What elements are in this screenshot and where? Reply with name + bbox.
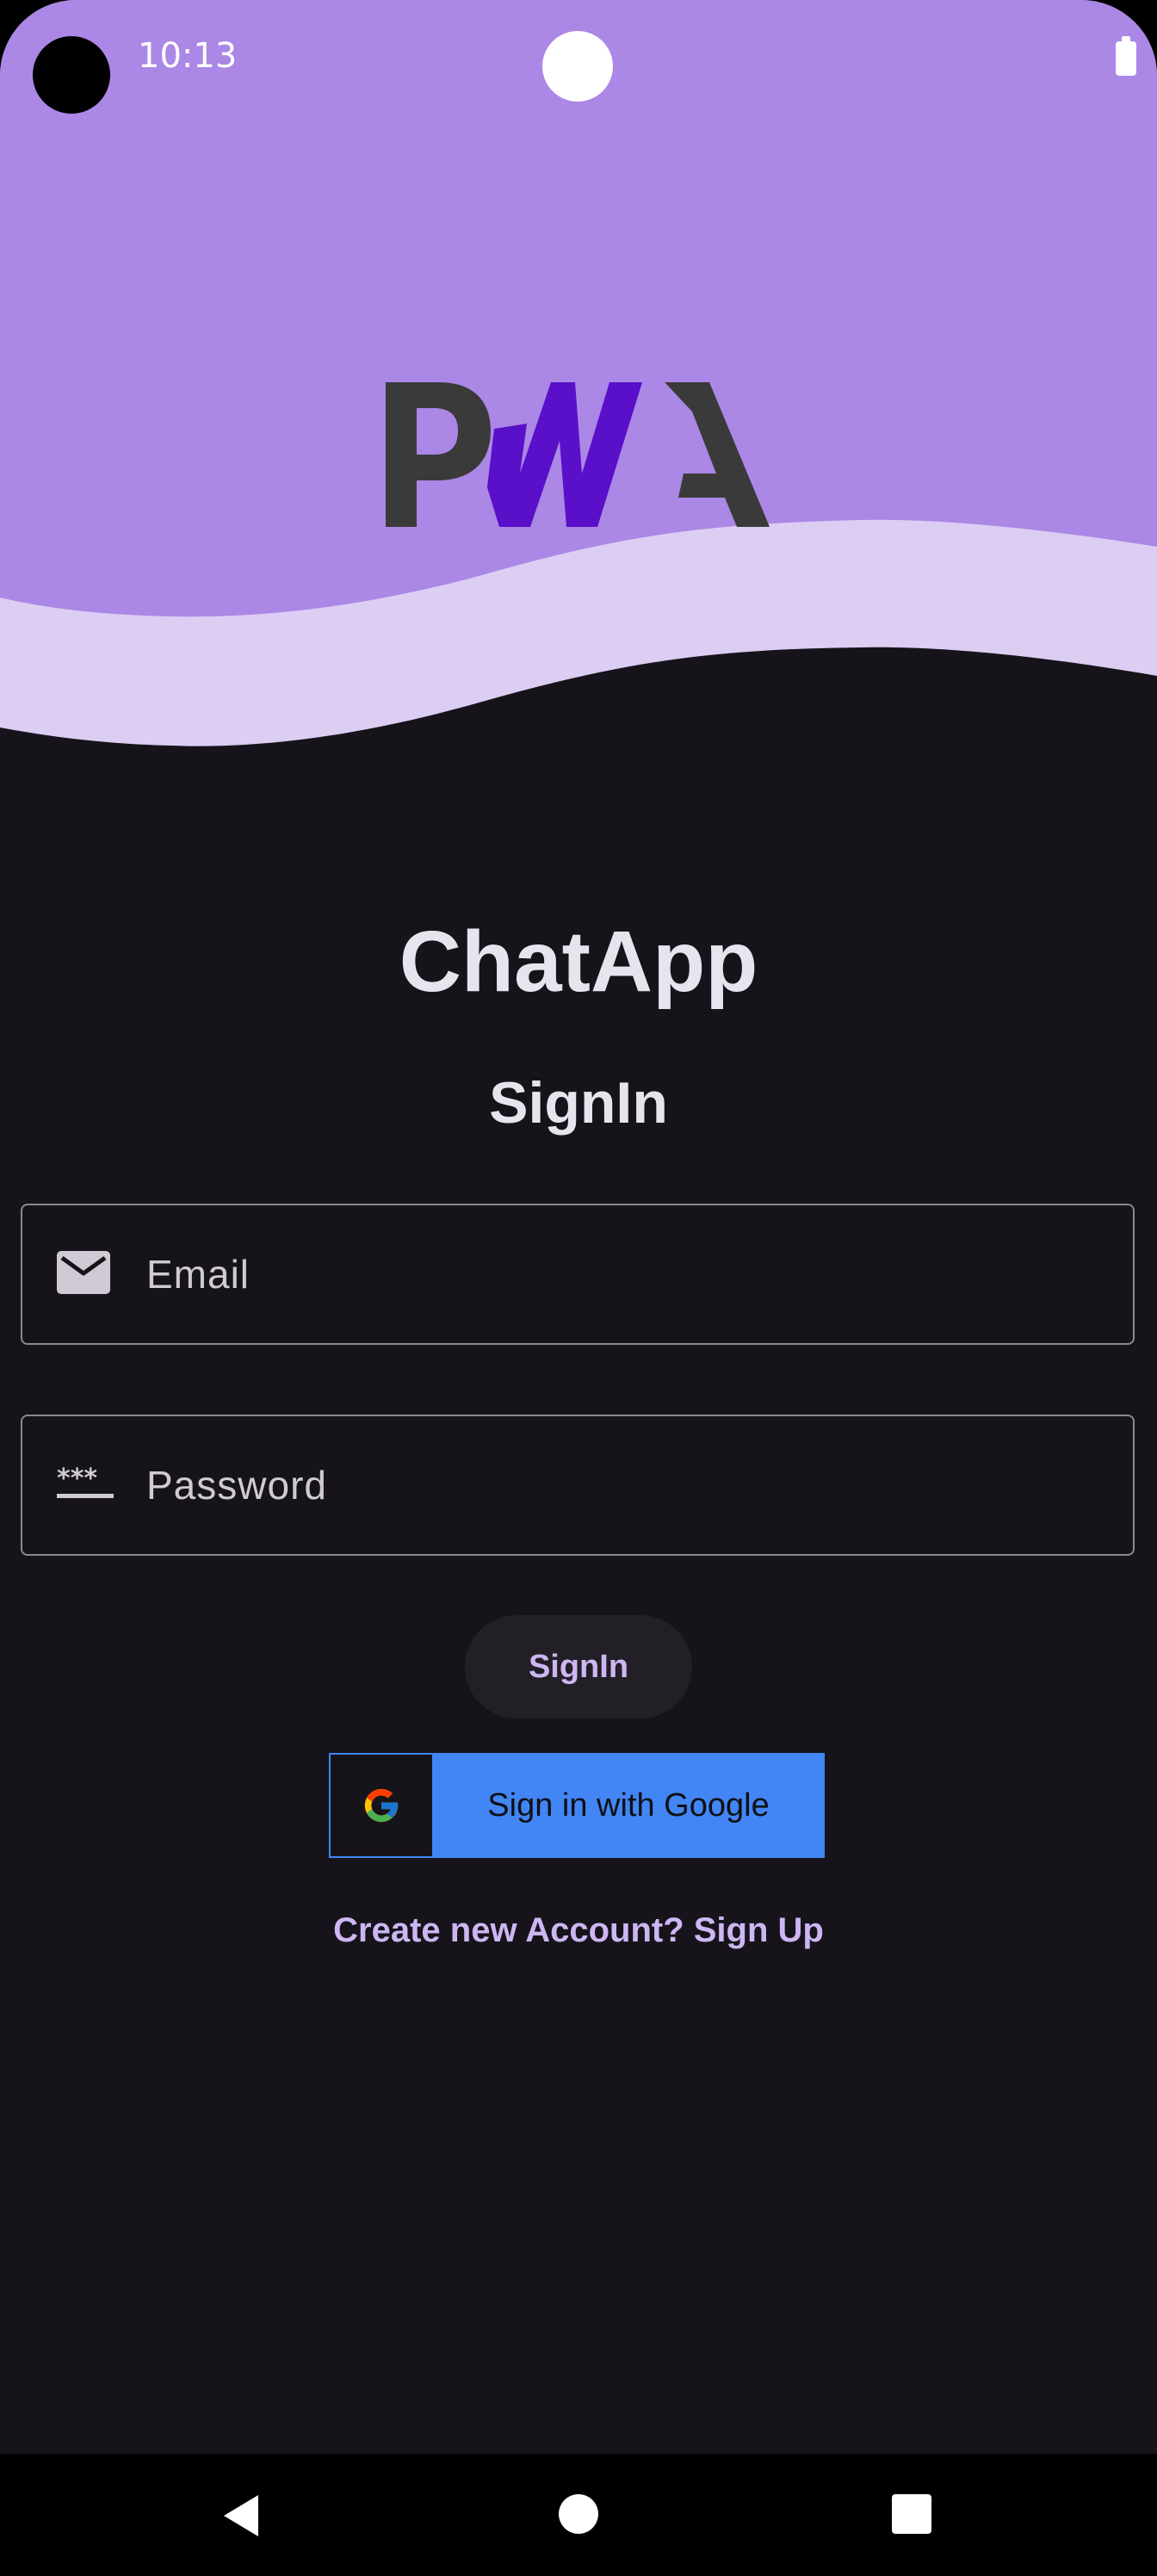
status-time: 10:13 bbox=[138, 36, 238, 76]
google-g-icon-box bbox=[331, 1755, 432, 1856]
back-icon[interactable] bbox=[222, 2493, 260, 2538]
signup-link[interactable]: Create new Account? Sign Up bbox=[0, 1911, 1157, 1950]
pwa-logo bbox=[386, 382, 770, 527]
password-field[interactable]: *** Password bbox=[21, 1415, 1135, 1556]
google-g-icon bbox=[364, 1788, 399, 1823]
password-dots-icon: *** bbox=[57, 1464, 114, 1504]
password-placeholder: Password bbox=[146, 1463, 327, 1508]
notification-dot bbox=[542, 31, 613, 102]
envelope-icon bbox=[57, 1251, 110, 1297]
app-title: ChatApp bbox=[399, 913, 758, 1010]
home-icon[interactable] bbox=[559, 2494, 598, 2534]
camera-cutout bbox=[33, 36, 110, 114]
signin-button[interactable]: SignIn bbox=[465, 1615, 692, 1718]
recent-apps-icon[interactable] bbox=[892, 2494, 931, 2534]
google-signin-label: Sign in with Google bbox=[487, 1786, 770, 1824]
signin-heading: SignIn bbox=[489, 1070, 668, 1136]
status-bar: 10:13 bbox=[0, 0, 1157, 121]
email-field[interactable]: Email bbox=[21, 1204, 1135, 1345]
signin-screen: 10:13 ChatApp SignIn Email *** Password … bbox=[0, 0, 1157, 2576]
google-signin-button[interactable]: Sign in with Google bbox=[329, 1753, 825, 1858]
email-placeholder: Email bbox=[146, 1252, 251, 1297]
battery-icon bbox=[1116, 36, 1136, 76]
svg-text:***: *** bbox=[57, 1466, 97, 1494]
